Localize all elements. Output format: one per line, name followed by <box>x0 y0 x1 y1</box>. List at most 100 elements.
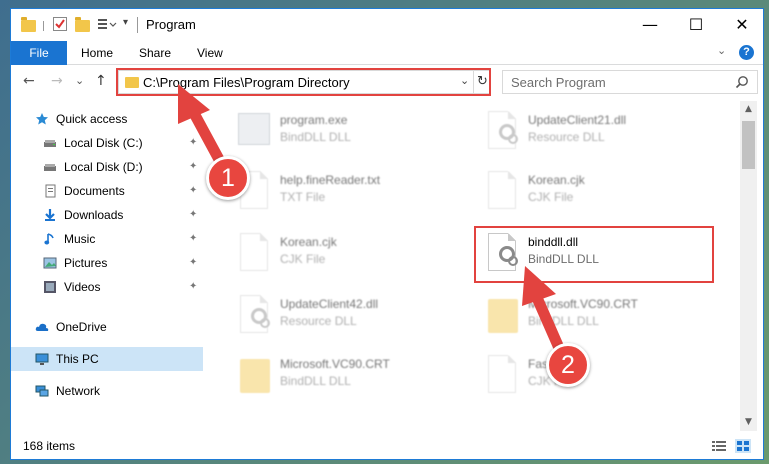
window-title: Program <box>146 17 196 32</box>
vertical-scrollbar[interactable]: ▲ ▼ <box>740 101 757 431</box>
recent-locations-button[interactable]: ⌄ <box>75 74 84 87</box>
sidebar-item-label: Local Disk (D:) <box>64 160 143 174</box>
sidebar-item-videos[interactable]: Videos ✦ <box>11 275 203 299</box>
search-box[interactable] <box>502 70 758 94</box>
status-bar: 168 items <box>11 431 763 459</box>
file-item[interactable]: Korean.cjk CJK File <box>476 163 716 223</box>
file-item[interactable]: Microsoft.VC90.CRT BindDLL DLL <box>228 347 468 407</box>
file-name: Microsoft.VC90.CRT <box>280 357 390 371</box>
scroll-down-button[interactable]: ▼ <box>740 414 757 431</box>
file-name: Microsoft.VC90.CRT <box>528 297 638 311</box>
sidebar-item-label: Pictures <box>64 256 108 270</box>
customize-toolbar-icon[interactable] <box>97 17 117 31</box>
sidebar-item-label: Quick access <box>56 112 128 126</box>
file-name: UpdateClient42.dll <box>280 297 379 311</box>
sidebar-item-this-pc[interactable]: This PC <box>11 347 203 371</box>
dll-icon <box>484 111 518 151</box>
scroll-up-button[interactable]: ▲ <box>740 101 757 118</box>
documents-icon <box>45 184 56 198</box>
file-type: CJK File <box>280 252 326 266</box>
file-item[interactable]: Korean.cjk CJK File <box>228 225 468 285</box>
pin-icon[interactable]: ✦ <box>189 275 197 299</box>
pin-icon[interactable]: ✦ <box>189 251 197 275</box>
file-item[interactable]: Microsoft.VC90.CRT BindDLL DLL <box>476 287 716 347</box>
drive-icon <box>44 140 56 147</box>
sidebar-item-label: Documents <box>64 184 125 198</box>
pictures-icon <box>43 257 57 269</box>
folder-icon <box>484 295 518 335</box>
file-highlight-box <box>474 226 714 283</box>
sidebar-item-documents[interactable]: Documents ✦ <box>11 179 203 203</box>
download-icon <box>45 209 55 221</box>
scroll-thumb[interactable] <box>742 121 755 169</box>
sidebar-item-local-disk-d[interactable]: Local Disk (D:) ✦ <box>11 155 203 179</box>
forward-button[interactable]: → <box>51 73 63 89</box>
details-view-icon[interactable] <box>711 439 727 453</box>
exe-icon <box>236 111 270 151</box>
file-name: help.fineReader.txt <box>280 173 381 187</box>
sidebar-item-label: Downloads <box>64 208 124 222</box>
expand-ribbon-icon[interactable]: ⌄ <box>717 44 726 57</box>
search-icon[interactable] <box>735 75 749 89</box>
tab-share[interactable]: Share <box>139 41 171 65</box>
sidebar-item-music[interactable]: Music ✦ <box>11 227 203 251</box>
sidebar-item-pictures[interactable]: Pictures ✦ <box>11 251 203 275</box>
title-divider <box>137 17 138 33</box>
file-name: UpdateClient21.dll <box>528 113 627 127</box>
step-1-badge: 1 <box>206 156 250 200</box>
maximize-button[interactable]: ☐ <box>673 9 719 41</box>
item-count: 168 items <box>23 439 76 453</box>
tab-file[interactable]: File <box>11 41 67 65</box>
close-button[interactable]: ✕ <box>719 9 763 41</box>
address-highlight-box <box>116 68 491 96</box>
sidebar-item-label: OneDrive <box>56 320 107 334</box>
file-name: Korean.cjk <box>280 235 337 249</box>
sidebar-item-network[interactable]: Network <box>11 379 203 403</box>
videos-icon <box>44 281 56 293</box>
tab-view[interactable]: View <box>197 41 223 65</box>
minimize-button[interactable]: — <box>627 9 673 41</box>
file-item[interactable]: help.fineReader.txt TXT File <box>228 163 468 223</box>
file-type: CJK File <box>528 190 574 204</box>
file-icon <box>484 355 518 395</box>
file-name: program.exe <box>280 113 348 127</box>
pin-icon[interactable]: ✦ <box>189 227 197 251</box>
file-type: BindDLL DLL <box>280 130 351 144</box>
sidebar-item-local-disk-c[interactable]: Local Disk (C:) ✦ <box>11 131 203 155</box>
file-type: TXT File <box>280 190 326 204</box>
file-item[interactable]: Fasterbk CJK File <box>476 347 716 407</box>
sidebar-item-downloads[interactable]: Downloads ✦ <box>11 203 203 227</box>
properties-icon[interactable] <box>53 17 67 31</box>
folder-icon <box>236 355 270 395</box>
sidebar-item-label: Local Disk (C:) <box>64 136 143 150</box>
title-bar: ▾ Program — ☐ ✕ <box>11 9 763 41</box>
sidebar-item-onedrive[interactable]: OneDrive <box>11 315 203 339</box>
tiles-view-icon[interactable] <box>735 439 751 453</box>
pin-icon[interactable]: ✦ <box>189 179 197 203</box>
sidebar-item-label: This PC <box>56 352 99 366</box>
sidebar-item-quick-access[interactable]: Quick access <box>11 107 203 131</box>
pin-icon[interactable]: ✦ <box>189 131 197 155</box>
cloud-icon <box>35 323 49 331</box>
sidebar-item-label: Music <box>64 232 96 246</box>
sidebar-item-label: Network <box>56 384 101 398</box>
quick-access-dropdown-icon[interactable]: ▾ <box>123 17 128 33</box>
pin-icon[interactable]: ✦ <box>189 203 197 227</box>
pin-icon[interactable]: ✦ <box>189 155 197 179</box>
dll-icon <box>236 295 270 335</box>
music-icon <box>44 233 54 245</box>
back-button[interactable]: ← <box>23 73 35 89</box>
file-item[interactable]: program.exe BindDLL DLL <box>228 103 468 163</box>
up-button[interactable]: ↑ <box>95 73 107 89</box>
file-item[interactable]: UpdateClient21.dll Resource DLL <box>476 103 716 163</box>
drive-icon <box>44 164 56 171</box>
file-icon <box>236 233 270 273</box>
step-2-badge: 2 <box>546 343 590 387</box>
file-item[interactable]: UpdateClient42.dll Resource DLL <box>228 287 468 347</box>
file-type: BindDLL DLL <box>528 314 599 328</box>
file-icon <box>484 171 518 211</box>
star-icon <box>36 113 48 125</box>
search-input[interactable] <box>511 74 721 91</box>
tab-home[interactable]: Home <box>81 41 113 65</box>
help-icon[interactable]: ? <box>739 45 754 60</box>
